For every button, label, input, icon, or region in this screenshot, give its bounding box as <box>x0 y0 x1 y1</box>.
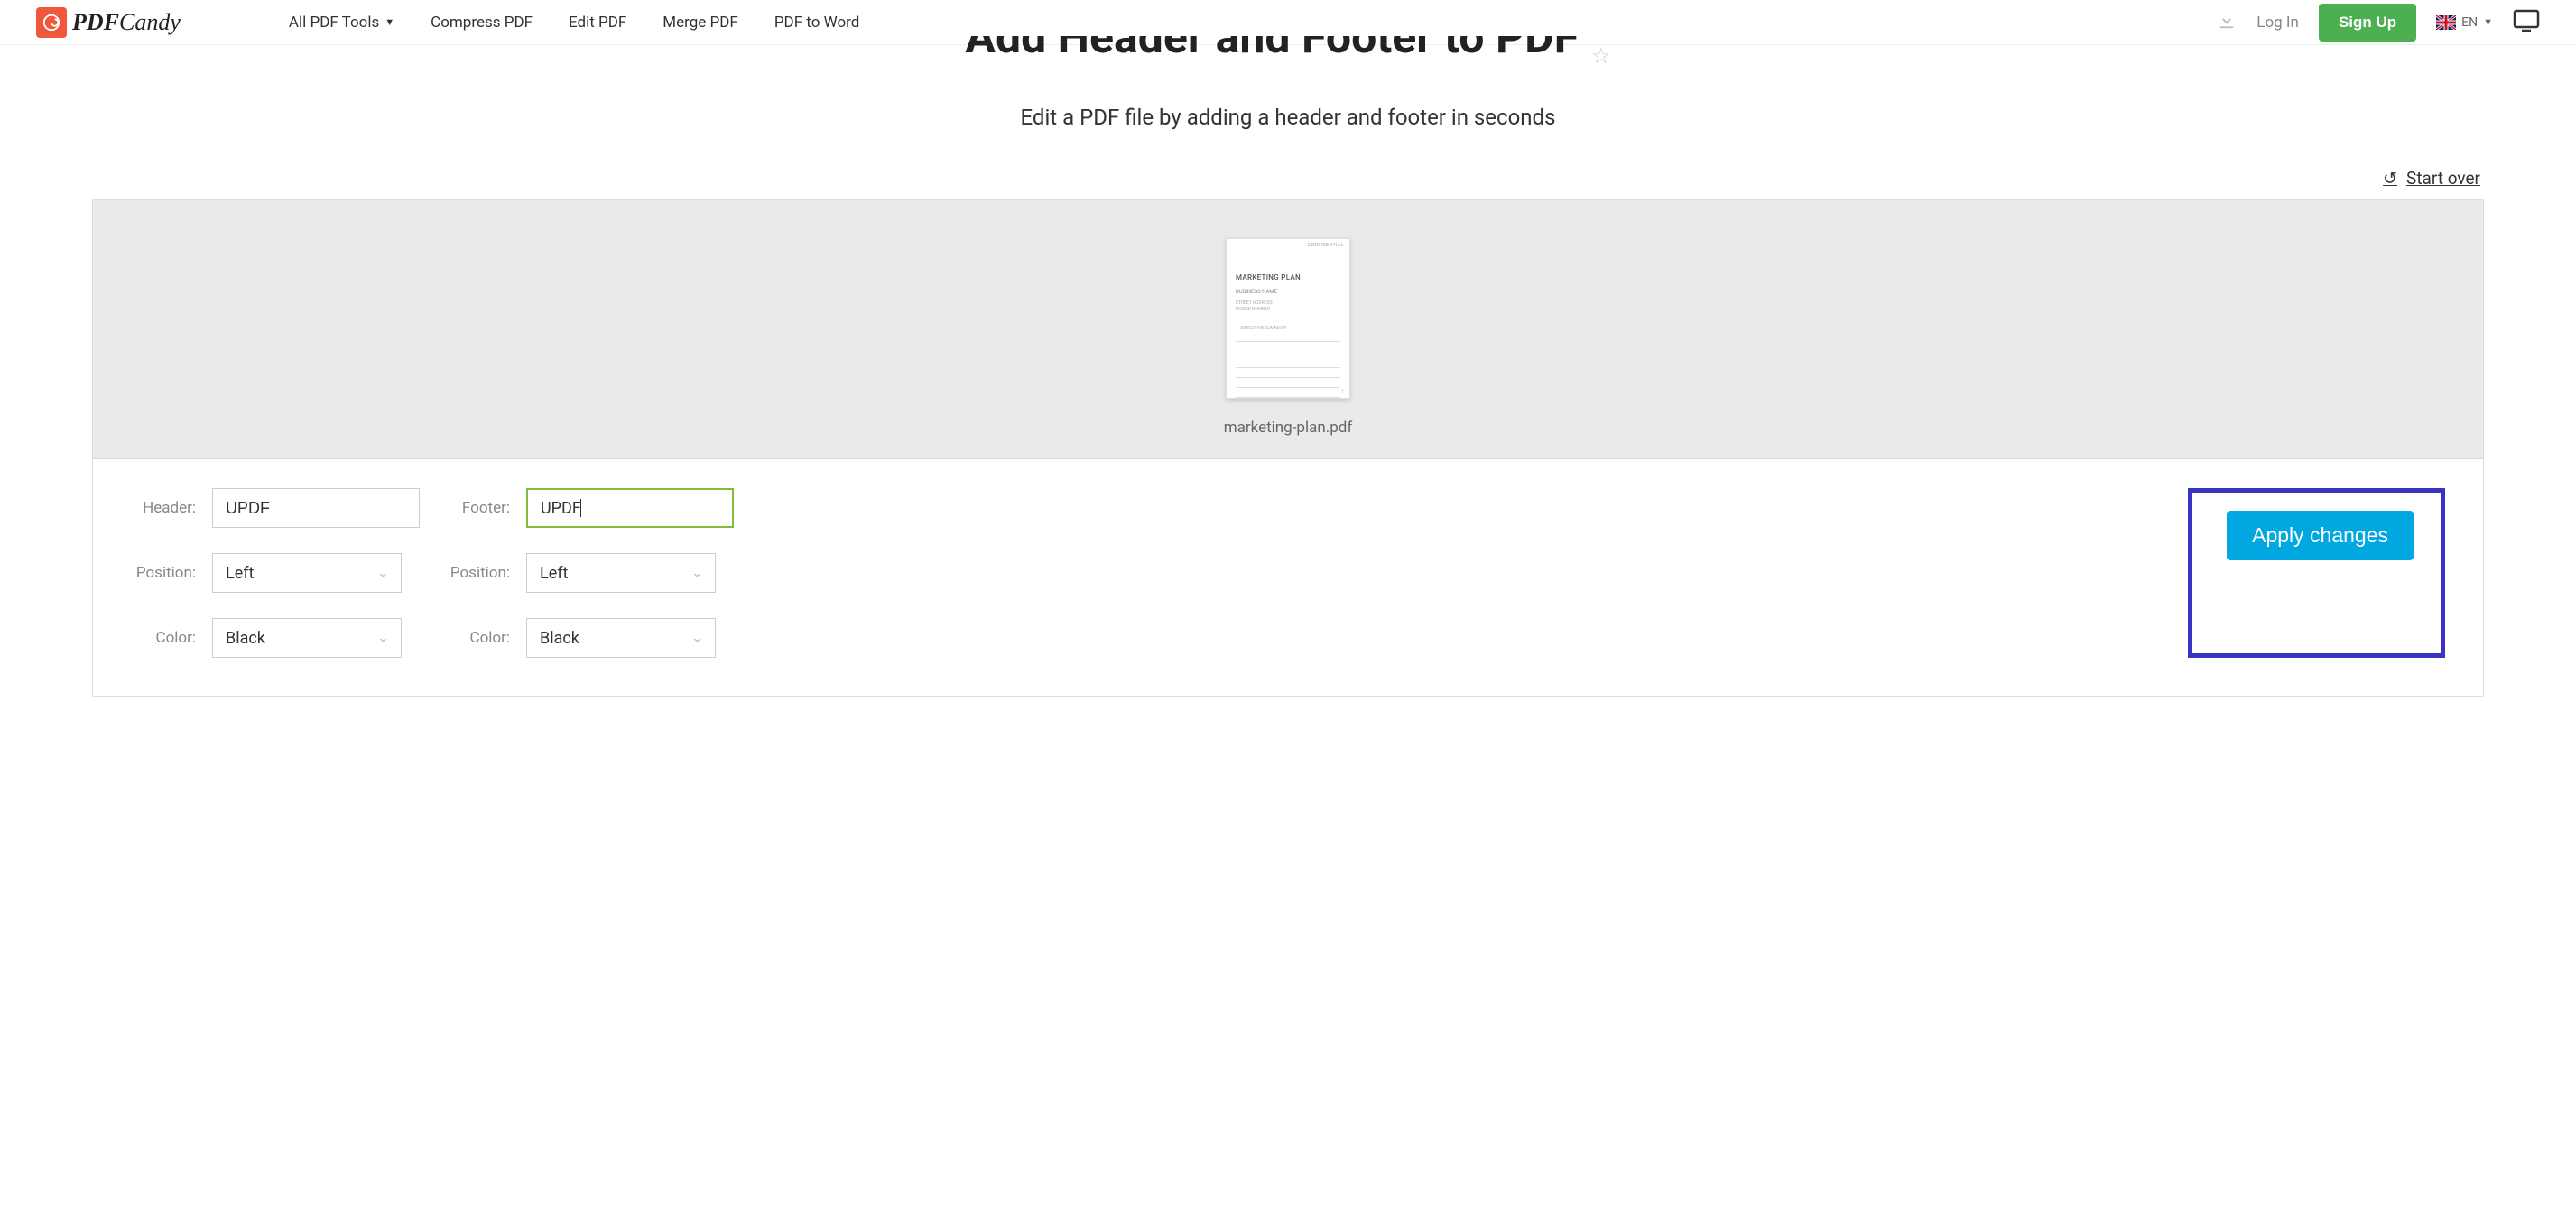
header-color-label: Color: <box>131 629 196 647</box>
header-color-select[interactable]: Black⌄ <box>212 618 402 658</box>
nav-merge[interactable]: Merge PDF <box>663 14 738 32</box>
main-card: CONFIDENTIAL MARKETING PLAN BUSINESS NAM… <box>92 199 2484 697</box>
login-link[interactable]: Log In <box>2256 14 2299 32</box>
thumb-title: MARKETING PLAN <box>1236 273 1340 282</box>
language-select[interactable]: EN ▼ <box>2436 15 2493 30</box>
footer-input[interactable]: UPDF <box>526 488 734 528</box>
start-over-link[interactable]: ↺ Start over <box>2383 168 2480 189</box>
apply-highlight-box: Apply changes <box>2188 488 2445 658</box>
apply-changes-button[interactable]: Apply changes <box>2227 511 2414 560</box>
nav-all-tools[interactable]: All PDF Tools ▼ <box>289 14 394 32</box>
nav-to-word[interactable]: PDF to Word <box>774 14 860 32</box>
nav-right: Log In Sign Up EN ▼ <box>2217 4 2540 42</box>
caret-down-icon: ▼ <box>385 16 394 28</box>
footer-label: Footer: <box>445 499 510 517</box>
thumb-page-num: 1 <box>1341 389 1344 394</box>
header-label: Header: <box>131 499 196 517</box>
reload-icon: ↺ <box>2383 168 2397 189</box>
footer-position-select[interactable]: Left⌄ <box>526 553 716 593</box>
document-thumbnail[interactable]: CONFIDENTIAL MARKETING PLAN BUSINESS NAM… <box>1226 238 1350 399</box>
chevron-down-icon: ⌄ <box>376 632 389 645</box>
start-over-row: ↺ Start over <box>0 168 2576 189</box>
header-position-select[interactable]: Left⌄ <box>212 553 402 593</box>
logo[interactable]: PDFCandy <box>36 7 181 38</box>
footer-color-label: Color: <box>445 629 510 647</box>
thumb-desc: STREET ADDRESSPHONE NUMBER <box>1236 300 1340 313</box>
page-title-row: Add Header and Footer to PDF ☆ <box>0 34 2576 69</box>
chevron-down-icon: ⌄ <box>376 567 389 580</box>
chevron-down-icon: ⌄ <box>690 632 703 645</box>
logo-text: PDFCandy <box>72 9 181 36</box>
header-position-label: Position: <box>131 564 196 582</box>
footer-position-label: Position: <box>445 564 510 582</box>
form-area: Header: Position: Left⌄ Color: Black⌄ Fo… <box>93 459 2483 696</box>
page-title: Add Header and Footer to PDF <box>965 36 1579 67</box>
thumb-subtitle: BUSINESS NAME <box>1236 289 1340 295</box>
file-name: marketing-plan.pdf <box>93 419 2483 437</box>
desktop-icon[interactable] <box>2513 9 2540 36</box>
thumb-confidential: CONFIDENTIAL <box>1308 243 1344 248</box>
nav-links: All PDF Tools ▼ Compress PDF Edit PDF Me… <box>289 14 2217 32</box>
star-icon[interactable]: ☆ <box>1591 43 1611 69</box>
footer-color-select[interactable]: Black⌄ <box>526 618 716 658</box>
caret-down-icon: ▼ <box>2483 16 2493 28</box>
signup-button[interactable]: Sign Up <box>2319 4 2416 42</box>
nav-compress[interactable]: Compress PDF <box>431 14 533 32</box>
header-input[interactable] <box>212 488 420 528</box>
chevron-down-icon: ⌄ <box>690 567 703 580</box>
logo-icon <box>36 7 67 38</box>
download-icon[interactable] <box>2217 10 2237 35</box>
thumb-section: 1. EXECUTIVE SUMMARY <box>1236 326 1340 332</box>
nav-edit[interactable]: Edit PDF <box>569 14 626 32</box>
page-subtitle: Edit a PDF file by adding a header and f… <box>0 105 2576 130</box>
flag-icon <box>2436 15 2456 30</box>
preview-area: CONFIDENTIAL MARKETING PLAN BUSINESS NAM… <box>93 200 2483 459</box>
